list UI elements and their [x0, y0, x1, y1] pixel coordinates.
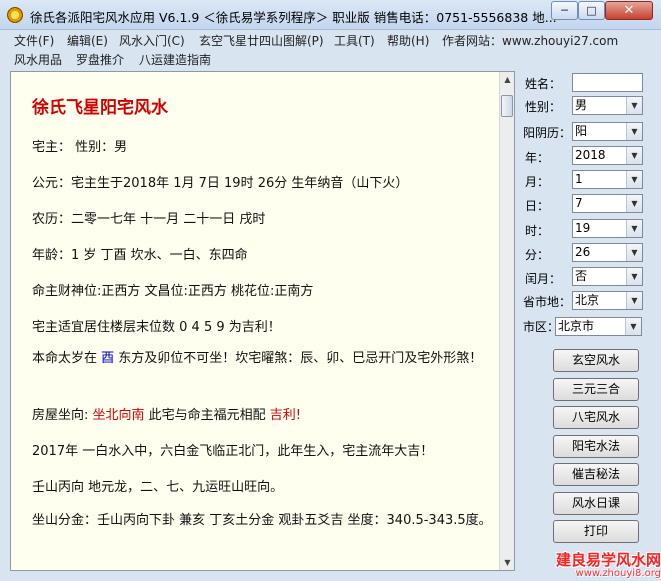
report-text-area[interactable]: 徐氏飞星阳宅风水 宅主： 性别：男 公元：宅主生于2018年 1月 7日 19时…: [11, 72, 499, 570]
month-label: 月：: [525, 175, 550, 189]
report-pane[interactable]: 徐氏飞星阳宅风水 宅主： 性别：男 公元：宅主生于2018年 1月 7日 19时…: [10, 71, 515, 571]
window-title: 徐氏各派阳宅风水应用 V6.1.9 ＜徐氏易学系列程序＞ 职业版 销售电话：07…: [30, 10, 557, 25]
leap-month-label: 闰月：: [525, 272, 562, 286]
yangzhai-water-button[interactable]: 阳宅水法: [553, 435, 639, 458]
hour-value: 19: [575, 221, 591, 235]
scroll-up-arrow-icon[interactable]: ▲: [500, 72, 514, 87]
taisui-direction: 酉: [101, 351, 115, 366]
gender-select[interactable]: 男 ▼: [572, 96, 643, 115]
vertical-scrollbar[interactable]: ▲ ▼: [499, 72, 514, 570]
mountain-line: 壬山丙向 地元龙，二、七、九运旺山旺向。: [32, 480, 284, 495]
age-line: 年龄：1 岁 丁酉 坎水、一白、东四命: [32, 248, 248, 263]
input-panel: 姓名： 性别： 男 ▼ 阳阴历： 阳 ▼ 年： 2018 ▼ 月： 1 ▼ 日： 7 ▼ …: [521, 71, 653, 571]
bazhai-fengshui-button[interactable]: 八宅风水: [553, 406, 639, 429]
menu-fengshui-intro[interactable]: 风水入门(C): [119, 32, 185, 49]
chevron-down-icon[interactable]: ▼: [626, 123, 642, 140]
year-label: 年：: [525, 151, 550, 165]
calendar-label: 阳阴历：: [523, 126, 572, 140]
fortune-secret-button[interactable]: 催吉秘法: [553, 463, 639, 486]
province-value: 北京: [575, 293, 600, 307]
quick-links-bar: 风水用品 罗盘推介 八运建造指南: [0, 49, 661, 68]
maximize-button[interactable]: □: [578, 1, 605, 20]
calendar-select[interactable]: 阳 ▼: [572, 122, 643, 141]
menu-author-website[interactable]: 作者网站：www.zhouyi27.com: [442, 32, 618, 49]
xuankong-fengshui-button[interactable]: 玄空风水: [553, 349, 639, 372]
day-value: 7: [575, 196, 583, 210]
chevron-down-icon[interactable]: ▼: [626, 268, 642, 285]
lunar-line: 农历：二零一七年 十一月 二十一日 戌时: [32, 212, 266, 227]
hour-select[interactable]: 19 ▼: [572, 219, 643, 238]
day-label: 日：: [525, 199, 550, 213]
province-select[interactable]: 北京 ▼: [572, 291, 643, 310]
taisui-prefix: 本命太岁在: [32, 351, 102, 366]
watermark-title: 建良易学风水网: [555, 551, 661, 569]
gender-label: 性别：: [525, 100, 562, 114]
menu-file[interactable]: 文件(F): [14, 32, 54, 49]
print-button[interactable]: 打印: [553, 520, 639, 543]
menu-bar: 文件(F) 编辑(E) 风水入门(C) 玄空飞星廿四山图解(P) 工具(T) 帮…: [0, 30, 661, 49]
floors-line: 宅主适宜居住楼层末位数 0 4 5 9 为吉利！: [32, 320, 281, 335]
month-select[interactable]: 1 ▼: [572, 170, 643, 189]
chevron-down-icon[interactable]: ▼: [626, 292, 642, 309]
title-bar: 徐氏各派阳宅风水应用 V6.1.9 ＜徐氏易学系列程序＞ 职业版 销售电话：07…: [0, 0, 661, 30]
province-label: 省市地：: [523, 295, 572, 309]
district-select[interactable]: 北京市 ▼: [555, 317, 642, 336]
chevron-down-icon[interactable]: ▼: [626, 195, 642, 212]
link-period8-guide[interactable]: 八运建造指南: [139, 51, 211, 68]
calendar-value: 阳: [575, 124, 588, 138]
chevron-down-icon[interactable]: ▼: [626, 97, 642, 114]
link-compass[interactable]: 罗盘推介: [76, 51, 124, 68]
chevron-down-icon[interactable]: ▼: [626, 244, 642, 261]
menu-help[interactable]: 帮助(H): [387, 32, 429, 49]
taisui-line: 本命太岁在 酉 东方及卯位不可坐！坎宅曜煞：辰、卯、巳忌开门及宅外形煞！: [32, 350, 494, 368]
sanyuan-sanhe-button[interactable]: 三元三合: [553, 378, 639, 401]
taisui-suffix: 东方及卯位不可坐！坎宅曜煞：辰、卯、巳忌开门及宅外形煞！: [114, 351, 483, 366]
name-label: 姓名：: [525, 77, 562, 91]
minute-label: 分：: [525, 248, 550, 262]
scroll-down-arrow-icon[interactable]: ▼: [500, 555, 514, 570]
menu-tools[interactable]: 工具(T): [334, 32, 375, 49]
report-title: 徐氏飞星阳宅风水: [32, 98, 168, 118]
year-value: 2018: [575, 148, 606, 162]
positions-line: 命主财神位:正西方 文昌位:正西方 桃花位:正南方: [32, 284, 314, 299]
annual-star-line: 2017年 一白水入中，六白金飞临正北门，此年生入，宅主流年大吉！: [32, 444, 434, 459]
house-middle: 此宅与命主福元相配: [144, 408, 270, 423]
month-value: 1: [575, 172, 583, 186]
menu-flying-star-diagrams[interactable]: 玄空飞星廿四山图解(P): [199, 32, 324, 49]
district-label: 市区：: [523, 320, 560, 334]
link-fengshui-goods[interactable]: 风水用品: [14, 51, 62, 68]
chevron-down-icon[interactable]: ▼: [626, 171, 642, 188]
division-line: 坐山分金：壬山丙向下卦 兼亥 丁亥土分金 观卦五爻吉 坐度：340.5-343.…: [32, 513, 492, 528]
minimize-button[interactable]: ─: [551, 1, 578, 20]
fengshui-calendar-button[interactable]: 风水日课: [553, 492, 639, 515]
site-watermark: 建良易学风水网 www.zhouyi8.org: [544, 549, 661, 581]
gender-value: 男: [575, 98, 588, 112]
menu-edit[interactable]: 编辑(E): [67, 32, 108, 49]
year-select[interactable]: 2018 ▼: [572, 146, 643, 165]
house-direction: 坐北向南: [92, 408, 145, 423]
house-result: 吉利!: [269, 408, 302, 423]
hour-label: 时：: [525, 224, 550, 238]
house-prefix: 房屋坐向:: [32, 408, 93, 423]
scroll-thumb[interactable]: [501, 95, 513, 117]
owner-line: 宅主： 性别：男: [32, 140, 128, 155]
minute-value: 26: [575, 245, 591, 259]
day-select[interactable]: 7 ▼: [572, 194, 643, 213]
app-icon: [7, 7, 23, 23]
leap-month-select[interactable]: 否 ▼: [572, 267, 643, 286]
chevron-down-icon[interactable]: ▼: [626, 220, 642, 237]
house-direction-line: 房屋坐向: 坐北向南 此宅与命主福元相配 吉利!: [32, 404, 301, 423]
birth-line: 公元：宅主生于2018年 1月 7日 19时 26分 生年纳音（山下火）: [32, 176, 409, 191]
chevron-down-icon[interactable]: ▼: [625, 318, 641, 335]
close-button[interactable]: ✕: [605, 1, 653, 20]
name-input[interactable]: [572, 73, 643, 92]
chevron-down-icon[interactable]: ▼: [626, 147, 642, 164]
district-value: 北京市: [558, 319, 595, 333]
minute-select[interactable]: 26 ▼: [572, 243, 643, 262]
leap-month-value: 否: [575, 269, 588, 283]
